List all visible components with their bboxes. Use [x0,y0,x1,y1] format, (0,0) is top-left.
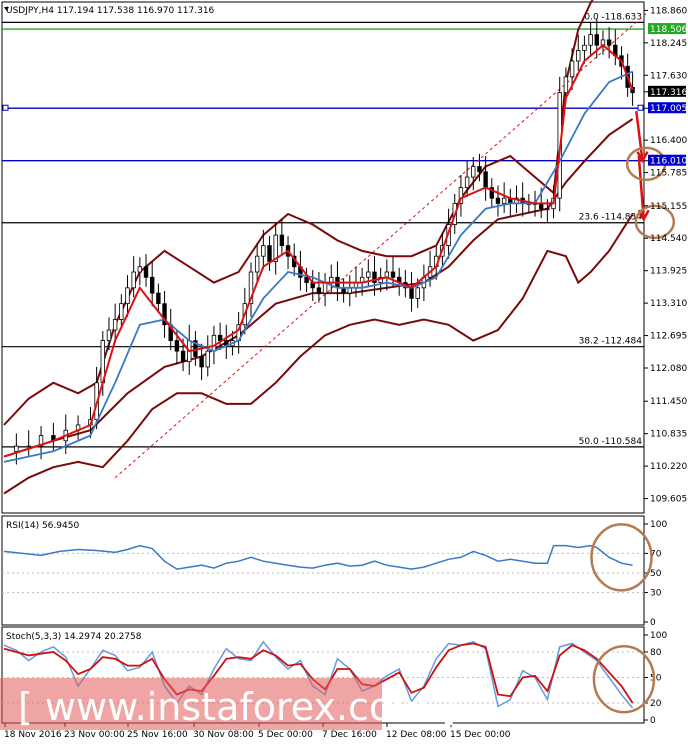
osc-tick-label: 100 [650,631,667,641]
y-tick-label: 110.220 [650,462,687,472]
watermark-text: [ www.instaforex.com ] [18,685,456,729]
y-tick-label: 118.860 [650,6,687,16]
line-handle[interactable] [637,104,644,111]
x-tick-label: 25 Nov 16:00 [127,730,188,740]
x-tick-label: 12 Dec 08:00 [386,730,447,740]
price-tag-label: 116.010 [650,157,687,167]
osc-tick-label: 80 [650,648,662,658]
osc-tick-label: 20 [650,699,662,709]
price-tag-label: 118.506 [650,25,687,35]
osc-tick-label: 100 [650,520,667,530]
price-tag-label: 117.316 [650,88,687,98]
line-handle[interactable] [2,104,9,111]
x-tick-label: 30 Nov 08:00 [193,730,254,740]
fib-level-label: 50.0 -110.584 [579,437,643,447]
y-tick-label: 117.630 [650,71,687,81]
osc-tick-label: 30 [650,589,662,599]
rsi-header: RSI(14) 56.9450 [6,521,79,531]
y-tick-label: 115.785 [650,169,687,179]
x-tick-label: 7 Dec 16:00 [322,730,377,740]
price-tag-label: 117.005 [650,104,687,114]
osc-tick-label: 0 [650,716,656,726]
x-tick-label: 15 Dec 00:00 [450,730,511,740]
y-tick-label: 110.835 [650,430,687,440]
x-tick-label: 5 Dec 00:00 [258,730,313,740]
x-tick-label: 18 Nov 2016 [4,730,62,740]
y-tick-label: 109.605 [650,495,687,505]
fib-level-label: 38.2 -112.484 [579,337,643,347]
y-tick-label: 113.310 [650,299,687,309]
usdjpy-chart-window: 0.0 -118.63323.6 -114.83438.2 -112.48450… [0,0,687,740]
osc-tick-label: 0 [650,618,656,628]
y-tick-label: 116.400 [650,136,687,146]
y-tick-label: 112.080 [650,364,687,374]
fib-level-label: 0.0 -118.633 [584,12,642,22]
osc-tick-label: 50 [650,674,662,684]
y-tick-label: 118.245 [650,39,687,49]
rsi-pane-frame [1,515,645,626]
stoch-header: Stoch(5,3,3) 14.2974 20.2758 [6,632,142,642]
x-tick-label: 23 Nov 00:00 [64,730,125,740]
osc-tick-label: 50 [650,569,662,579]
price-pane-frame [1,1,645,514]
y-tick-label: 115.155 [650,202,687,212]
y-tick-label: 111.450 [650,397,687,407]
y-tick-label: 112.695 [650,332,687,342]
chart-header: USDJPY,H4 117.194 117.538 116.970 117.31… [6,6,215,16]
y-tick-label: 114.540 [650,234,687,244]
y-tick-label: 113.925 [650,267,687,277]
